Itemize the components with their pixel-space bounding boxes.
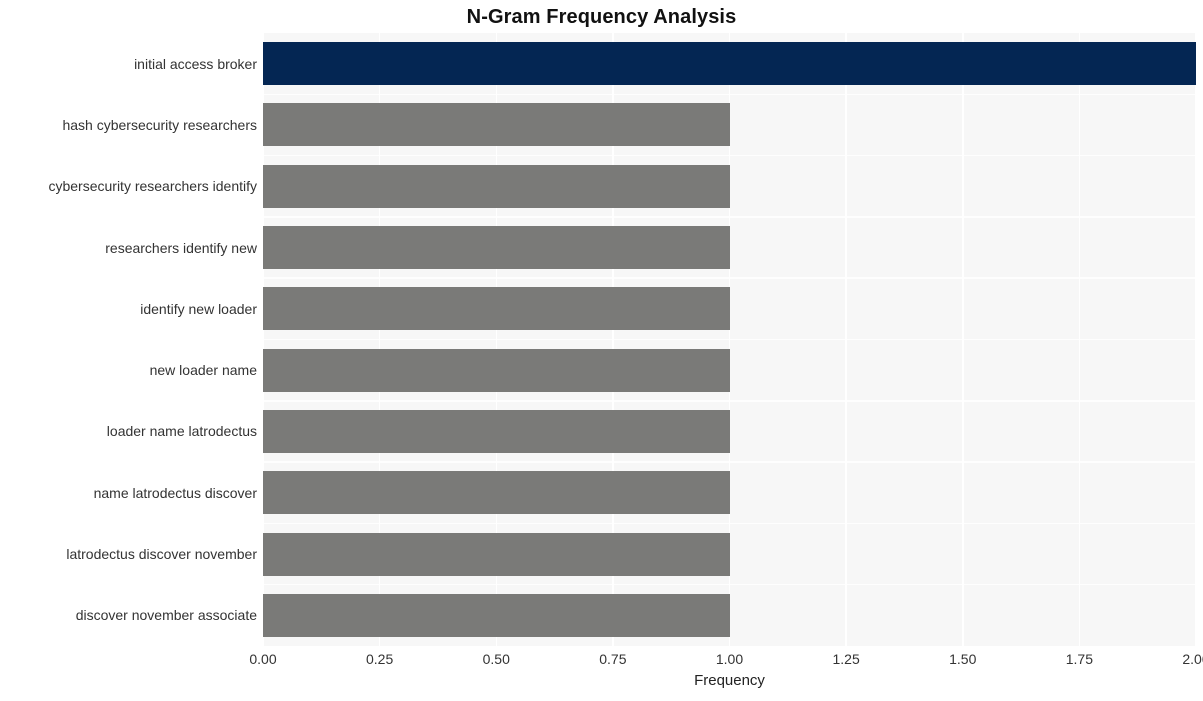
x-axis-label: Frequency <box>694 672 765 689</box>
bar <box>263 593 730 637</box>
y-axis-tick-labels: initial access broker hash cybersecurity … <box>0 33 257 646</box>
bar <box>263 532 730 576</box>
chart-title: N-Gram Frequency Analysis <box>466 6 737 28</box>
gridline-vertical <box>962 33 964 646</box>
x-tick-label: 0.50 <box>482 651 510 667</box>
y-tick-label: loader name latrodectus <box>106 423 257 440</box>
y-tick-label: cybersecurity researchers identify <box>48 178 257 195</box>
y-tick-label: latrodectus discover november <box>66 546 257 563</box>
x-tick-label: 0.00 <box>249 651 277 667</box>
gridline-vertical <box>845 33 847 646</box>
gridline-vertical <box>1078 33 1081 646</box>
plot-area <box>262 33 1197 646</box>
y-tick-label: discover november associate <box>75 607 257 624</box>
bar <box>263 287 730 331</box>
y-tick-label: name latrodectus discover <box>93 484 257 501</box>
gridline-vertical <box>1195 33 1197 646</box>
x-tick-label: 1.25 <box>832 651 860 667</box>
bar <box>263 226 730 270</box>
x-tick-label: 1.00 <box>715 651 744 667</box>
y-tick-label: initial access broker <box>134 55 257 72</box>
x-tick-label: 1.75 <box>1065 651 1093 667</box>
bar <box>263 164 730 208</box>
bar <box>263 42 1196 86</box>
bar <box>263 348 730 392</box>
x-tick-label: 2.00 <box>1182 651 1203 667</box>
bar <box>263 471 730 515</box>
bar <box>263 409 730 453</box>
y-tick-label: new loader name <box>149 362 257 379</box>
chart-figure: N-Gram Frequency Analysis initial access… <box>0 0 1203 701</box>
y-tick-label: identify new loader <box>140 300 257 317</box>
x-tick-label: 0.75 <box>599 651 627 667</box>
x-tick-label: 1.50 <box>949 651 977 667</box>
bar <box>263 103 730 147</box>
x-axis-tick-labels: 0.00 0.25 0.50 0.75 1.00 1.25 1.50 1.75 2.00 <box>249 650 1203 670</box>
x-tick-label: 0.25 <box>366 651 394 667</box>
y-tick-label: hash cybersecurity researchers <box>62 116 257 133</box>
y-tick-label: researchers identify new <box>105 239 257 256</box>
